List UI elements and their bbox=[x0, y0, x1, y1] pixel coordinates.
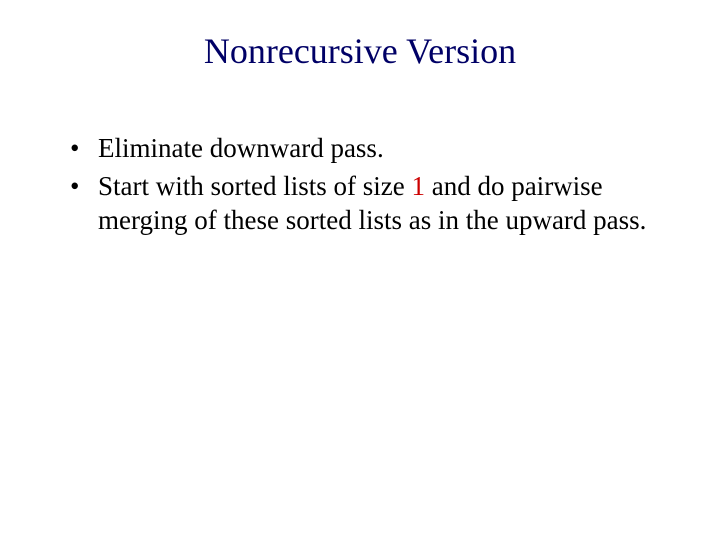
bullet-list: Eliminate downward pass. Start with sort… bbox=[70, 132, 660, 237]
list-item: Eliminate downward pass. bbox=[70, 132, 660, 166]
slide-title: Nonrecursive Version bbox=[60, 30, 660, 72]
bullet-text: Eliminate downward pass. bbox=[98, 133, 384, 163]
bullet-text-pre: Start with sorted lists of size bbox=[98, 171, 411, 201]
list-item: Start with sorted lists of size 1 and do… bbox=[70, 170, 660, 238]
slide: Nonrecursive Version Eliminate downward … bbox=[0, 0, 720, 540]
highlight-number: 1 bbox=[411, 171, 425, 201]
